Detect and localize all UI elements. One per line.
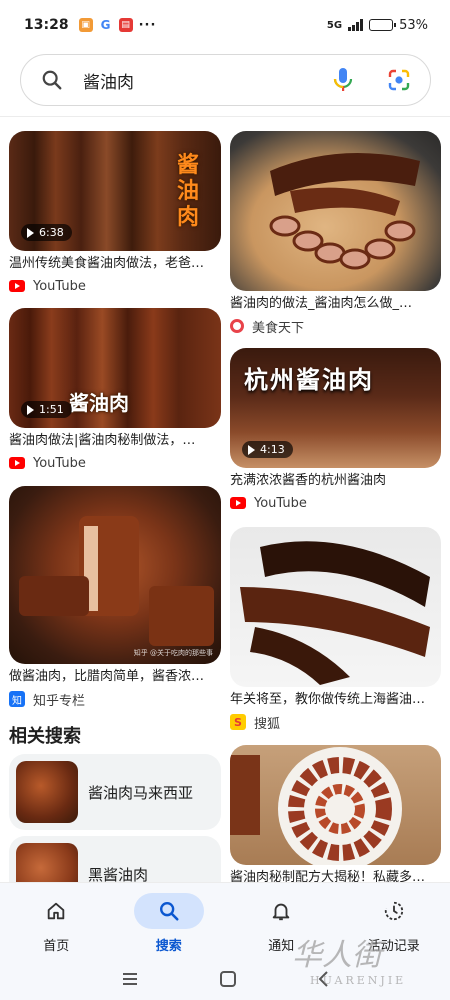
nav-home[interactable]: 首页: [0, 883, 113, 962]
network-type: 5G: [326, 19, 343, 31]
battery-percent: 53%: [399, 17, 428, 33]
meat-illustration: [269, 153, 420, 270]
youtube-icon: [230, 497, 246, 509]
result-thumbnail[interactable]: [230, 745, 441, 865]
more-notifications-icon: ···: [138, 17, 157, 33]
search-input[interactable]: 酱油肉: [83, 68, 326, 93]
source-name: 搜狐: [254, 716, 281, 732]
related-searches-heading: 相关搜索: [9, 726, 81, 747]
result-card[interactable]: 酱油肉秘制配方大揭秘！私藏多…: [230, 745, 441, 887]
result-card[interactable]: 年关将至，教你做传统上海酱油… S 搜狐: [230, 527, 441, 732]
search-icon: [133, 893, 204, 929]
video-duration: 1:51: [21, 401, 72, 418]
related-search-thumbnail: [16, 761, 78, 823]
result-card[interactable]: 知乎 @关于吃肉的那些事 做酱油肉，比腊肉简单，酱香浓… 知知乎专栏: [9, 486, 221, 709]
nav-search[interactable]: 搜索: [113, 883, 226, 962]
result-thumbnail[interactable]: [230, 527, 441, 687]
video-duration: 6:38: [21, 224, 72, 241]
status-time: 13:28: [24, 17, 69, 33]
meat-illustration: [240, 541, 430, 685]
result-source: S 搜狐: [230, 713, 441, 732]
signal-icon: [348, 19, 364, 31]
nav-label: 搜索: [155, 939, 182, 954]
sohu-icon: S: [230, 714, 246, 730]
meat-illustration: [230, 747, 402, 865]
source-name: YouTube: [33, 455, 86, 471]
app-notification-icon-red: ▤: [118, 18, 133, 32]
watermark-text: 华人街: [292, 938, 382, 973]
result-source: 知知乎专栏: [9, 690, 221, 709]
recents-icon[interactable]: [121, 971, 139, 991]
source-name: 知乎专栏: [33, 693, 86, 709]
thumbnail-overlay-text: 酱油肉: [69, 391, 129, 415]
result-source: YouTube: [9, 277, 221, 295]
result-title[interactable]: 酱油肉的做法_酱油肉怎么做_…: [230, 295, 441, 313]
lens-search-icon[interactable]: [382, 63, 416, 97]
google-notification-icon: G: [100, 18, 111, 32]
result-title[interactable]: 做酱油肉，比腊肉简单，酱香浓…: [9, 668, 221, 686]
source-name: 美食天下: [252, 320, 305, 336]
meat-illustration: [19, 516, 214, 646]
watermark: 华人街 HUARENJIE: [292, 930, 442, 994]
youtube-icon: [9, 457, 25, 469]
battery-icon: [369, 19, 397, 31]
result-thumbnail[interactable]: 酱油肉 1:51: [9, 308, 221, 428]
result-source: YouTube: [9, 454, 221, 472]
source-name: YouTube: [254, 495, 307, 511]
thumbnail-overlay-text: 杭州酱油肉: [244, 366, 374, 394]
search-icon: [35, 63, 69, 97]
meishi-icon: [230, 319, 244, 333]
result-title[interactable]: 温州传统美食酱油肉做法，老爸…: [9, 255, 221, 273]
related-search-label: 酱油肉马来西亚: [88, 783, 194, 802]
home-button-icon[interactable]: [219, 970, 237, 992]
zhihu-icon: 知: [9, 691, 25, 707]
thumbnail-overlay-text: 酱油肉: [177, 153, 200, 230]
result-thumbnail[interactable]: 杭州酱油肉 4:13: [230, 348, 441, 468]
result-source: 美食天下: [230, 317, 441, 336]
thumbnail-caption: 知乎 @关于吃肉的那些事: [133, 649, 213, 657]
search-bar[interactable]: 酱油肉: [20, 54, 431, 106]
related-search-item[interactable]: 酱油肉马来西亚: [9, 754, 221, 830]
result-thumbnail[interactable]: [230, 131, 441, 291]
history-icon: [359, 893, 429, 929]
result-title[interactable]: 充满浓浓酱香的杭州酱油肉: [230, 472, 441, 490]
voice-search-icon[interactable]: [326, 63, 360, 97]
result-title[interactable]: 年关将至，教你做传统上海酱油…: [230, 691, 441, 709]
result-thumbnail[interactable]: 知乎 @关于吃肉的那些事: [9, 486, 221, 664]
result-source: YouTube: [230, 494, 441, 512]
home-icon: [21, 893, 91, 929]
result-card[interactable]: 酱油肉 1:51 酱油肉做法|酱油肉秘制做法，… YouTube: [9, 308, 221, 472]
nav-label: 通知: [268, 939, 295, 954]
result-card[interactable]: 杭州酱油肉 4:13 充满浓浓酱香的杭州酱油肉 YouTube: [230, 348, 441, 512]
header-divider: [0, 116, 450, 117]
video-duration: 4:13: [242, 441, 293, 458]
result-title[interactable]: 酱油肉做法|酱油肉秘制做法，…: [9, 432, 221, 450]
youtube-icon: [9, 280, 25, 292]
app-notification-icon: ▣: [78, 18, 93, 32]
result-card[interactable]: 酱油肉 6:38 温州传统美食酱油肉做法，老爸… YouTube: [9, 131, 221, 295]
bell-icon: [246, 893, 316, 929]
nav-label: 首页: [43, 939, 70, 954]
result-card[interactable]: 酱油肉的做法_酱油肉怎么做_… 美食天下: [230, 131, 441, 336]
status-bar: 13:28 ▣ G ▤ ··· 5G 53%: [0, 0, 450, 50]
watermark-subtext: HUARENJIE: [310, 974, 407, 987]
source-name: YouTube: [33, 278, 86, 294]
result-thumbnail[interactable]: 酱油肉 6:38: [9, 131, 221, 251]
